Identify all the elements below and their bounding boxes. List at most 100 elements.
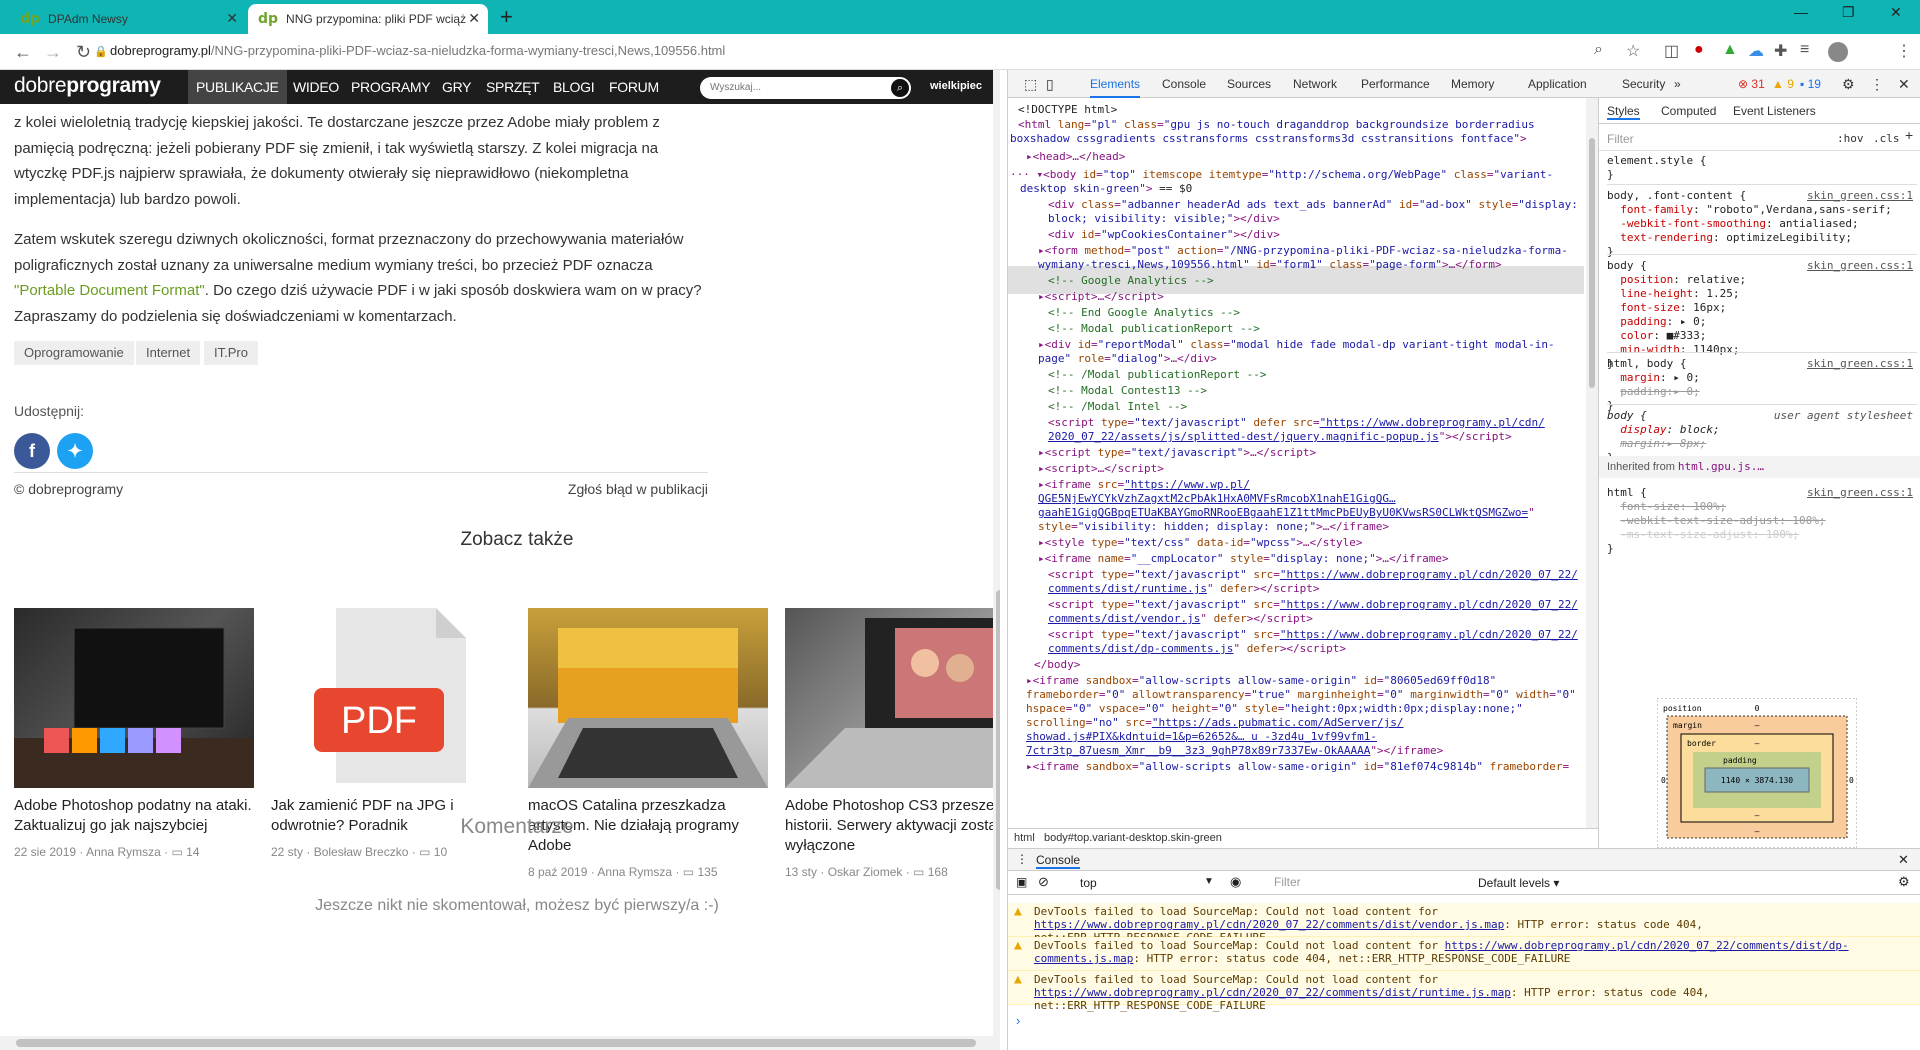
extensions-puzzle-icon[interactable]: ✚ [1774,41,1787,61]
tab-styles[interactable]: Styles [1607,104,1640,120]
tab-article[interactable]: dp NNG przypomina: pliki PDF wciąż ✕ [248,4,488,34]
minimize-icon[interactable]: — [1794,4,1808,20]
page-vertical-scrollbar[interactable] [993,70,1000,1050]
info-count[interactable]: ▪ 19 [1800,70,1821,98]
search-icon[interactable]: ⌕ [891,79,909,97]
menu-icon[interactable]: ⋮ [1896,41,1912,61]
context-dropdown-icon[interactable]: ▼ [1204,876,1214,887]
console-filter-input[interactable]: Filter [1270,875,1470,891]
site-logo[interactable]: dobreprogramy [14,74,161,98]
inspect-element-icon[interactable]: ⬚ [1024,70,1037,98]
report-error-link[interactable]: Zgłoś błąd w publikacji [568,481,708,497]
sourcemap-link[interactable]: https://www.dobreprogramy.pl/cdn/2020_07… [1034,918,1504,931]
tag-itpro[interactable]: IT.Pro [204,341,258,365]
search-input[interactable] [710,82,880,93]
extension-icon[interactable]: ▲ [1722,41,1738,59]
tab-event-listeners[interactable]: Event Listeners [1733,104,1816,118]
tag-oprogramowanie[interactable]: Oprogramowanie [14,341,134,365]
drawer-menu-icon[interactable]: ⋮ [1016,852,1028,866]
breadcrumb-html[interactable]: html [1014,832,1035,844]
close-devtools-icon[interactable]: ✕ [1898,70,1910,98]
web-page: dobreprogramy PUBLIKACJE WIDEO PROGRAMY … [0,70,1000,1050]
tab-elements[interactable]: Elements [1090,70,1141,98]
user-name[interactable]: wielkipiec [930,80,982,92]
svg-text:1140 × 3874.130: 1140 × 3874.130 [1721,776,1793,785]
nav-blogi[interactable]: BLOGI [545,70,602,104]
tab-console-drawer[interactable]: Console [1036,853,1081,869]
close-window-icon[interactable]: ✕ [1890,4,1902,21]
style-rule-body-font[interactable]: body, .font-content {skin_green.css:1 fo… [1607,184,1917,259]
nav-gry[interactable]: GRY [434,70,479,104]
pocket-icon[interactable]: ◫ [1664,41,1679,61]
clear-console-icon[interactable]: ⊘ [1038,874,1049,890]
style-rule-element[interactable]: element.style {} [1607,154,1917,182]
error-count[interactable]: ⊗ 31 [1738,70,1765,98]
more-tabs-icon[interactable]: » [1674,70,1681,98]
new-style-rule-icon[interactable]: + [1905,128,1913,142]
breadcrumb-body[interactable]: body#top.variant-desktop.skin-green [1044,832,1222,844]
page-horizontal-scrollbar[interactable] [0,1036,993,1050]
box-model-diagram[interactable]: position 0 margin – border – padding 114… [1657,698,1857,848]
console-prompt-icon[interactable]: › [1016,1013,1020,1028]
log-levels-dropdown[interactable]: Default levels ▾ [1478,876,1559,890]
comment-icon: ▭ [913,865,925,879]
close-drawer-icon[interactable]: ✕ [1898,852,1909,868]
sourcemap-link[interactable]: https://www.dobreprogramy.pl/cdn/2020_07… [1034,986,1511,999]
browser-tab-bar: dp DPAdm Newsy ✕ dp NNG przypomina: plik… [0,0,1920,34]
tab-dpadm[interactable]: dp DPAdm Newsy ✕ [10,4,246,34]
svg-text:PDF: PDF [341,700,417,742]
tab-sources[interactable]: Sources [1227,70,1271,98]
close-tab-icon[interactable]: ✕ [226,10,238,27]
url-field[interactable]: dobreprogramy.pl/NNG-przypomina-pliki-PD… [110,43,725,58]
cloud-icon[interactable]: ☁ [1748,41,1764,61]
restore-icon[interactable]: ❐ [1842,4,1855,21]
sidebar-toggle-icon[interactable]: ▣ [1016,875,1027,889]
context-selector[interactable]: top [1080,876,1097,890]
styles-filter-input[interactable]: Filter [1607,132,1634,146]
tag-internet[interactable]: Internet [136,341,201,365]
tab-network[interactable]: Network [1293,70,1337,98]
back-icon[interactable]: ← [14,42,32,63]
console-toolbar: ▣ ⊘ top ▼ ◉ Filter Default levels ▾ ⚙ [1008,871,1920,895]
avatar[interactable] [1828,42,1848,62]
cls-toggle[interactable]: .cls [1873,132,1900,146]
bookmark-star-icon[interactable]: ☆ [1626,41,1640,61]
console-settings-icon[interactable]: ⚙ [1898,874,1910,890]
settings-gear-icon[interactable]: ⚙ [1842,70,1855,98]
elements-tree[interactable]: <!DOCTYPE html> <html lang="pl" class="g… [1008,98,1598,828]
svg-text:–: – [1755,739,1760,748]
warning-count[interactable]: ▲ 9 [1772,70,1794,98]
pdf-link[interactable]: "Portable Document Format" [14,282,205,299]
eye-icon[interactable]: ◉ [1230,874,1241,890]
reading-list-icon[interactable]: ≡ [1800,41,1809,59]
style-rule-html[interactable]: html {skin_green.css:1 font-size: 100%; … [1607,482,1917,556]
tab-memory[interactable]: Memory [1451,70,1494,98]
comment-icon: ▭ [419,845,431,859]
nav-publikacje[interactable]: PUBLIKACJE [188,70,287,104]
forward-icon[interactable]: → [44,42,62,63]
console-drawer-tabbar: ⋮ Console ✕ [1008,849,1920,871]
new-tab-icon[interactable]: + [500,4,513,30]
nav-forum[interactable]: FORUM [601,70,667,104]
nav-sprzet[interactable]: SPRZĘT [478,70,547,104]
nav-programy[interactable]: PROGRAMY [343,70,438,104]
lock-icon[interactable]: 🔒 [94,45,108,58]
facebook-share-icon[interactable]: f [14,433,50,469]
hov-toggle[interactable]: :hov [1837,132,1864,146]
console-drawer: ⋮ Console ✕ ▣ ⊘ top ▼ ◉ Filter Default l… [1008,848,1920,1050]
nav-wideo[interactable]: WIDEO [285,70,347,104]
zoom-icon[interactable]: ⌕ [1594,41,1603,59]
adblock-icon[interactable]: ● [1694,41,1704,59]
elements-scrollbar[interactable] [1586,98,1598,828]
tab-console[interactable]: Console [1162,70,1206,98]
tab-security[interactable]: Security [1622,70,1665,98]
twitter-share-icon[interactable]: ✦ [57,433,93,469]
tab-performance[interactable]: Performance [1361,70,1430,98]
tab-computed[interactable]: Computed [1661,104,1716,118]
tab-application[interactable]: Application [1528,70,1587,98]
macbook-thumbnail [528,608,768,788]
more-options-icon[interactable]: ⋮ [1870,70,1884,98]
close-tab-icon[interactable]: ✕ [468,10,480,27]
reload-icon[interactable]: ↻ [76,42,91,63]
device-toolbar-icon[interactable]: ▯ [1046,70,1054,98]
